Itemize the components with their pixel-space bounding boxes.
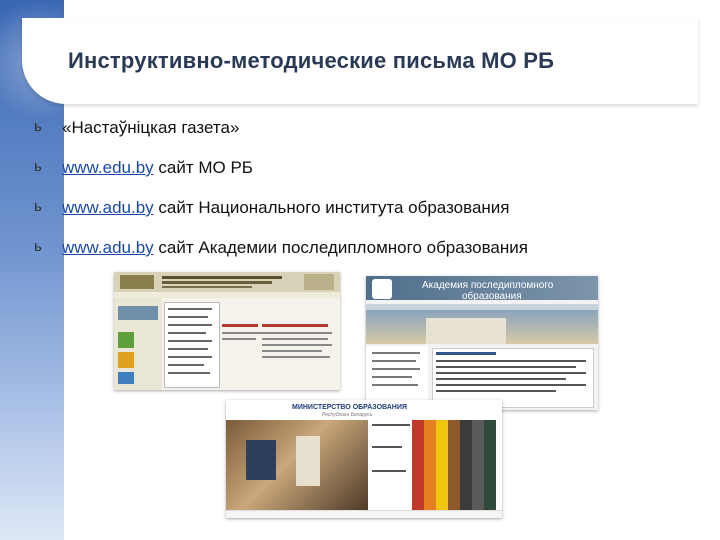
bullet-text: www.adu.by сайт Национального института … xyxy=(62,198,510,218)
adu-by-link[interactable]: www.adu.by xyxy=(62,198,154,217)
academy-link[interactable]: www.adu.by xyxy=(62,238,154,257)
bullet-text: www.edu.by сайт МО РБ xyxy=(62,158,253,178)
page-number: 2 xyxy=(24,22,31,36)
ministry-site-title: МИНИСТЕРСТВО ОБРАЗОВАНИЯ xyxy=(292,404,407,411)
academy-site-screenshot: Академия последипломного образования xyxy=(366,276,598,410)
academy-title-line1: Академия последипломного xyxy=(422,280,554,291)
bullet-marker: ь xyxy=(34,198,42,215)
item-text: сайт Национального института образования xyxy=(153,198,510,217)
bullet-text: www.adu.by сайт Академии последипломного… xyxy=(62,238,528,258)
bullet-marker: ь xyxy=(34,118,42,135)
edu-by-link[interactable]: www.edu.by xyxy=(62,158,154,177)
slide: 2 Инструктивно-методические письма МО РБ… xyxy=(0,0,720,540)
bullet-marker: ь xyxy=(34,238,42,255)
item-text: «Настаўніцкая газета» xyxy=(62,118,240,137)
ministry-site-subtitle: Республики Беларусь xyxy=(322,412,373,418)
item-text: сайт Академии последипломного образовани… xyxy=(153,238,528,257)
academy-title-line2: образования xyxy=(462,291,522,302)
page-title: Инструктивно-методические письма МО РБ xyxy=(68,48,555,73)
ministry-site-screenshot: МИНИСТЕРСТВО ОБРАЗОВАНИЯ Республики Бела… xyxy=(226,400,502,518)
adu-site-screenshot xyxy=(114,272,340,390)
bullet-text: «Настаўніцкая газета» xyxy=(62,118,239,138)
bullet-marker: ь xyxy=(34,158,42,175)
item-text: сайт МО РБ xyxy=(153,158,253,177)
academy-site-title: Академия последипломного образования xyxy=(422,280,553,302)
